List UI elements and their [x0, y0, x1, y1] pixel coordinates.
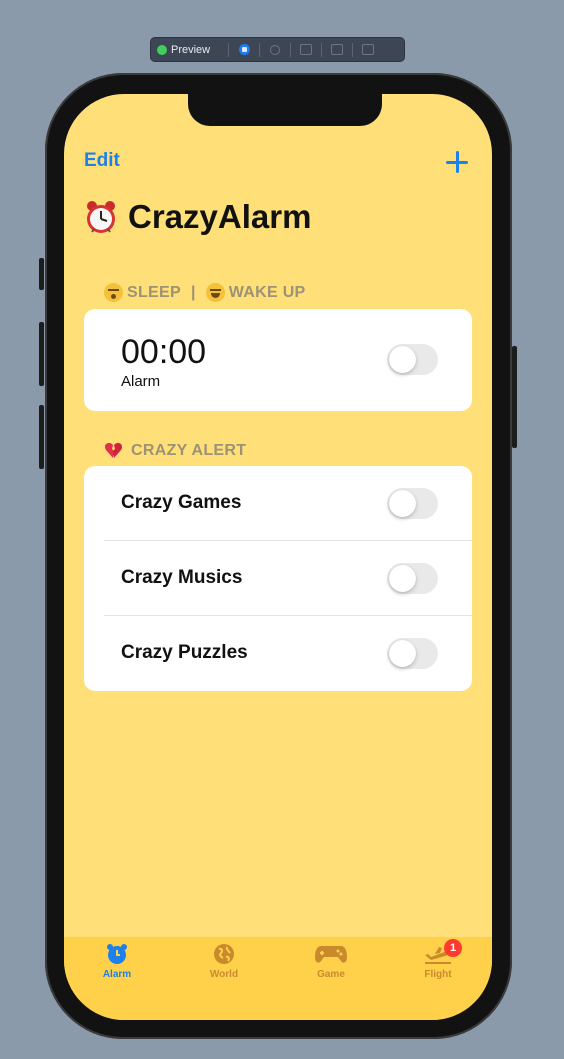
notification-badge: 1: [444, 939, 462, 957]
sleep-section-header: SLEEP | WAKE UP: [104, 283, 306, 302]
tab-flight[interactable]: 1 Flight: [408, 939, 468, 980]
rotate-button[interactable]: [299, 43, 313, 57]
tab-label: Flight: [424, 969, 452, 980]
header-separator: |: [190, 283, 196, 301]
preview-toolbar: Preview: [150, 37, 405, 62]
volume-down-button: [39, 405, 44, 469]
inspect-icon: [270, 44, 281, 55]
row-label: Crazy Puzzles: [121, 642, 248, 663]
tab-alarm[interactable]: Alarm: [87, 943, 147, 980]
broken-heart-icon: [104, 441, 123, 460]
alarm-clock-icon: [84, 199, 118, 235]
tab-bar: Alarm World Game 1 Flight: [64, 937, 492, 1020]
page-title: CrazyAlarm: [84, 198, 311, 236]
sleeping-face-icon: [104, 283, 123, 302]
alarm-time: 00:00: [121, 333, 207, 371]
edit-button[interactable]: Edit: [84, 150, 120, 172]
inspect-button[interactable]: [268, 43, 282, 57]
notch: [188, 94, 382, 126]
live-preview-button[interactable]: [237, 43, 251, 57]
alarm-card[interactable]: 00:00 Alarm: [84, 309, 472, 411]
alarm-toggle[interactable]: [387, 344, 438, 375]
crazy-puzzles-toggle[interactable]: [387, 638, 438, 669]
tab-label: Alarm: [102, 969, 132, 980]
globe-icon: [194, 943, 254, 965]
smiling-face-icon: [205, 283, 225, 302]
crazy-alert-label: CRAZY ALERT: [131, 441, 247, 459]
add-alarm-button[interactable]: [445, 150, 469, 174]
device-button[interactable]: [330, 43, 344, 57]
power-button: [512, 346, 517, 448]
duplicate-button[interactable]: [361, 43, 375, 57]
volume-up-button: [39, 322, 44, 386]
tab-label: Game: [317, 969, 345, 980]
title-text: CrazyAlarm: [128, 198, 312, 235]
airplane-departure-icon: 1: [408, 939, 468, 965]
list-item[interactable]: Crazy Puzzles: [84, 616, 472, 691]
crazy-alert-card: Crazy Games Crazy Musics Crazy Puzzles: [84, 466, 472, 691]
rotate-icon: [300, 44, 313, 55]
live-icon: [238, 44, 250, 55]
row-label: Crazy Games: [121, 492, 242, 513]
duplicate-icon: [362, 44, 375, 55]
crazy-alert-header: CRAZY ALERT: [104, 441, 246, 460]
tab-label: World: [209, 969, 239, 980]
tab-world[interactable]: World: [194, 943, 254, 980]
alarm-subtitle: Alarm: [121, 373, 161, 390]
alarm-clock-icon: [87, 943, 147, 965]
sleep-header-label: SLEEP: [127, 283, 181, 301]
crazy-musics-toggle[interactable]: [387, 563, 438, 594]
gamecontroller-icon: [301, 943, 361, 965]
list-item[interactable]: Crazy Musics: [84, 541, 472, 616]
wake-header-label: WAKE UP: [228, 283, 306, 301]
list-item[interactable]: Crazy Games: [84, 466, 472, 541]
live-status-dot: [157, 44, 167, 55]
app-screen: Edit CrazyAlarm SLEEP | WAKE UP 00:00 Al…: [64, 94, 492, 1020]
device-icon: [331, 44, 344, 55]
row-label: Crazy Musics: [121, 567, 243, 588]
tab-game[interactable]: Game: [301, 943, 361, 980]
crazy-games-toggle[interactable]: [387, 488, 438, 519]
mute-switch: [39, 258, 44, 290]
preview-label: Preview: [171, 43, 211, 56]
